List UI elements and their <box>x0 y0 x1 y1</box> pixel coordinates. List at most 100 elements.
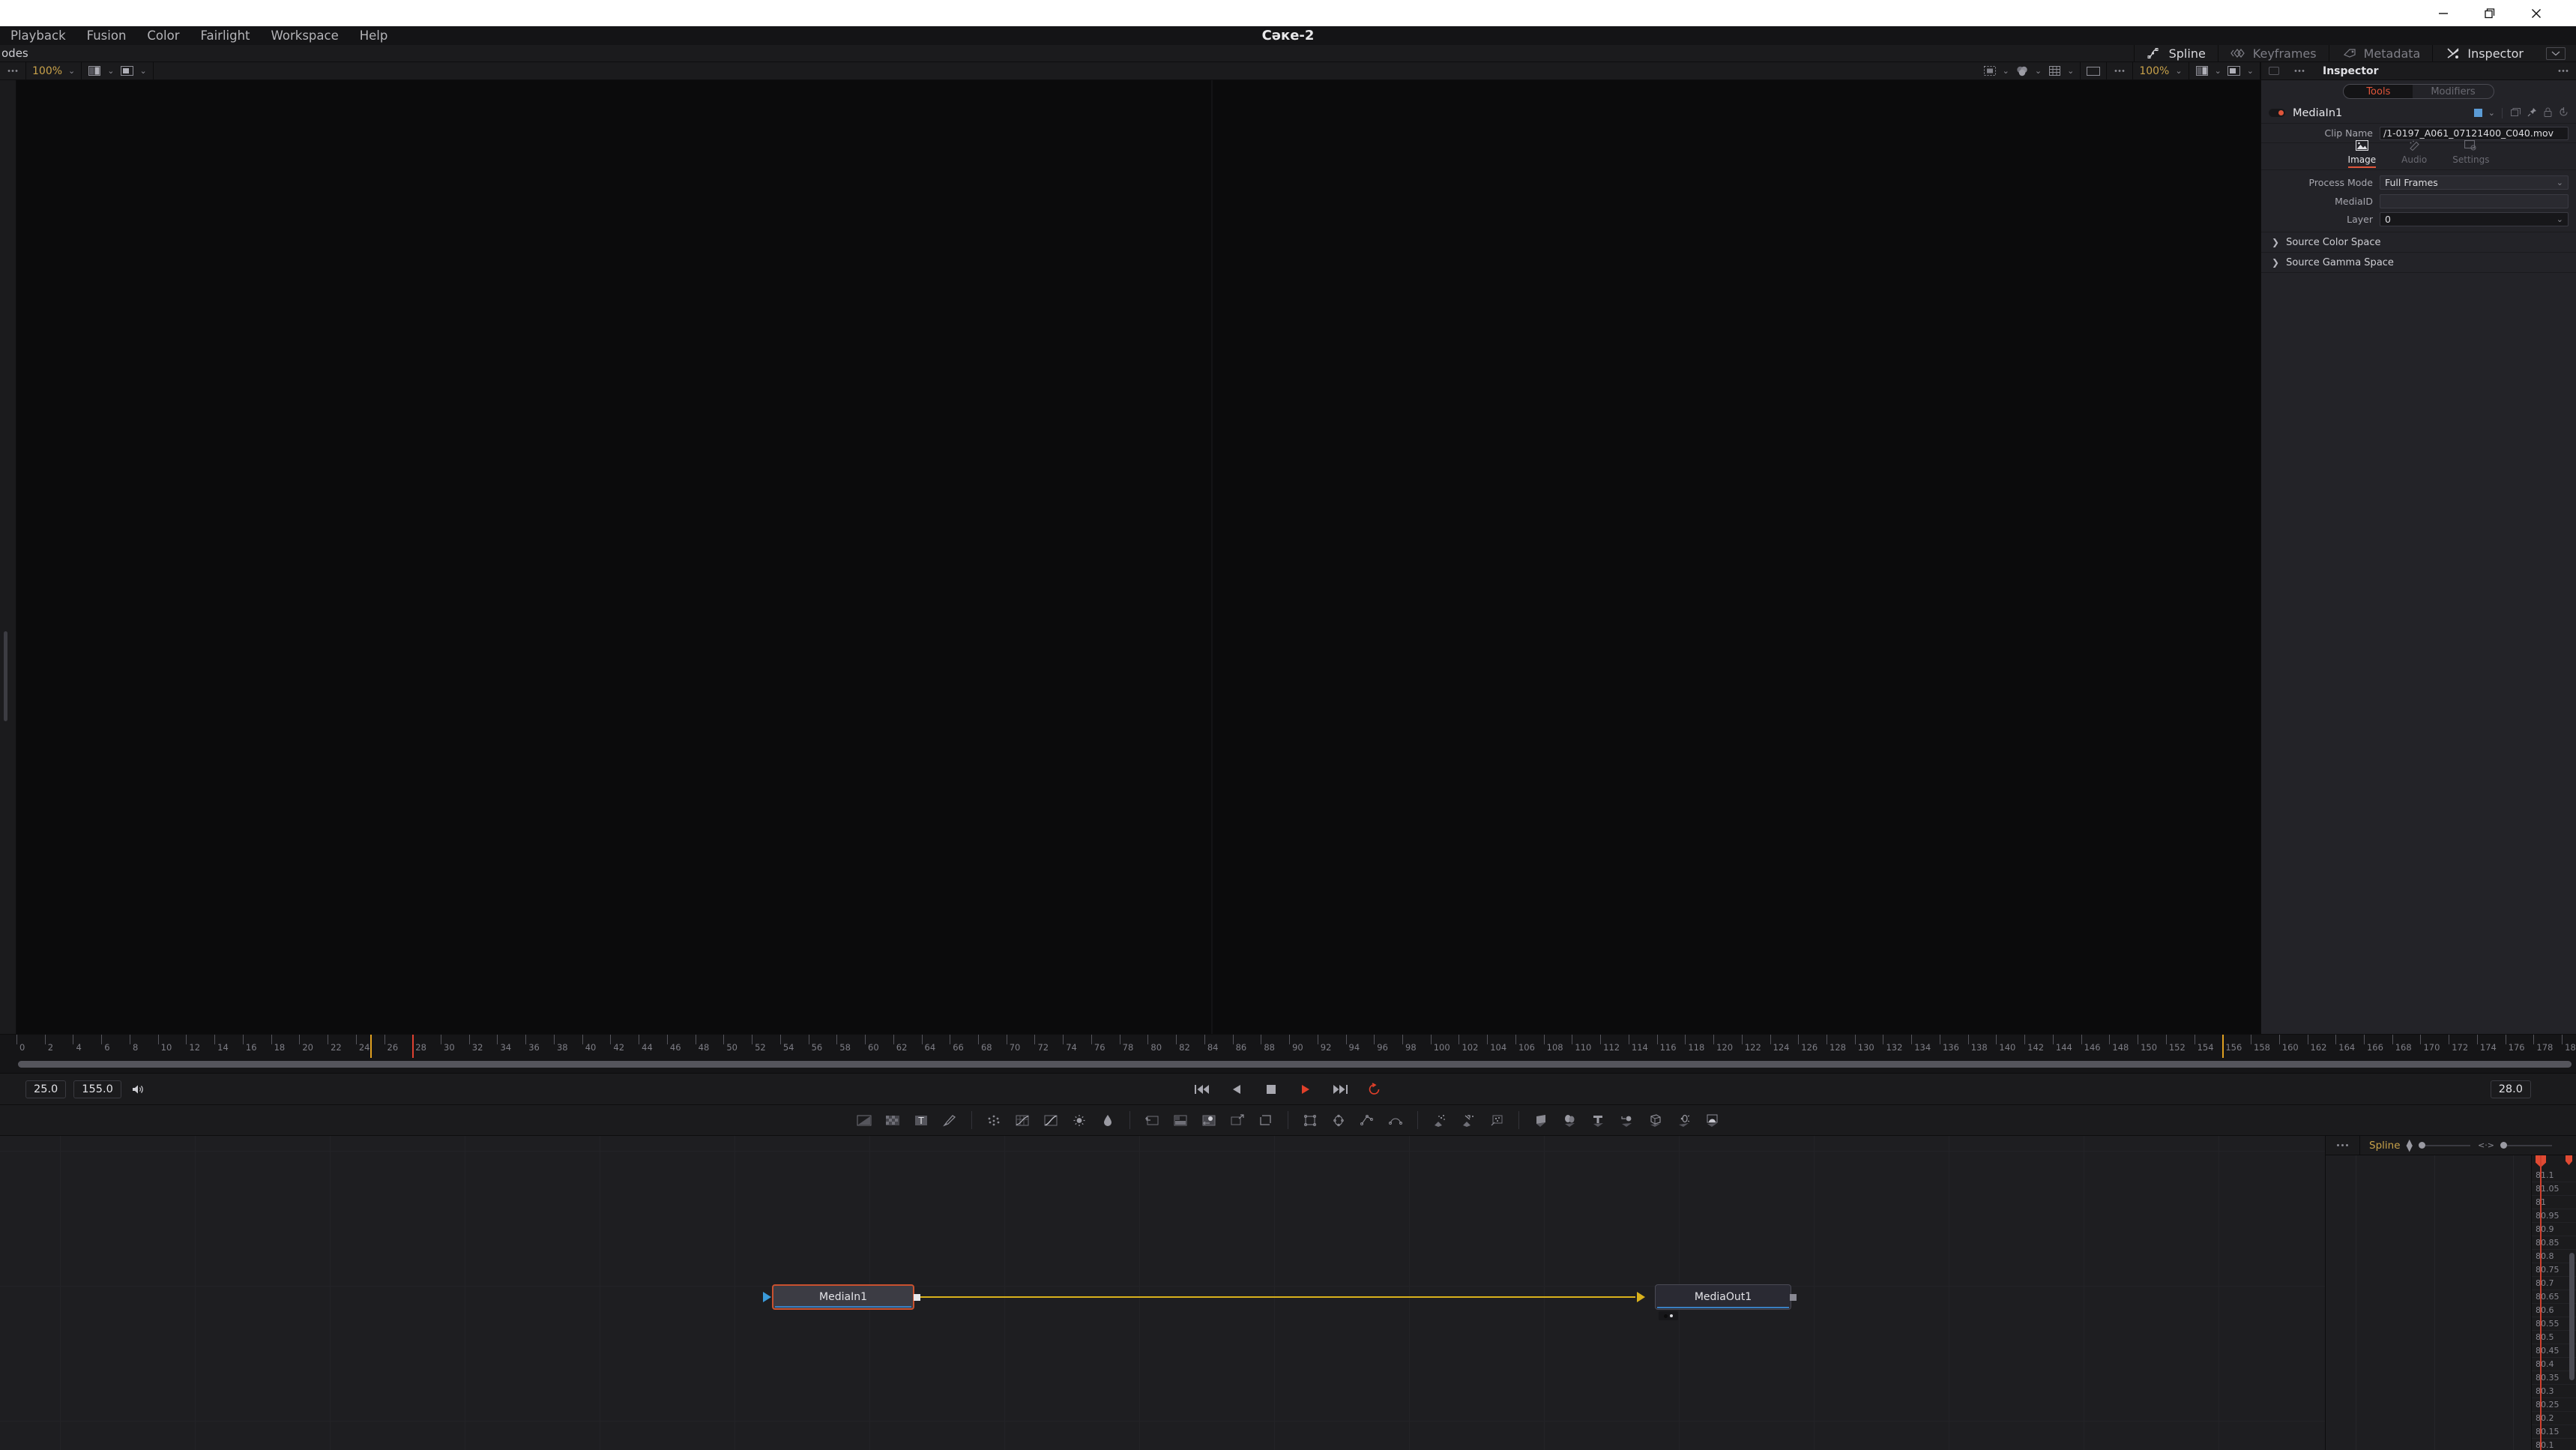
color-wheel-icon[interactable] <box>2015 65 2029 76</box>
stop-button[interactable] <box>1262 1081 1280 1098</box>
text-icon[interactable]: T <box>907 1110 935 1130</box>
blur-icon[interactable] <box>980 1110 1008 1130</box>
transform-icon[interactable] <box>1195 1110 1223 1130</box>
chevron-down-icon-split-right[interactable]: ⌄ <box>2215 67 2221 75</box>
spotlight-3d-icon[interactable] <box>1669 1110 1698 1130</box>
chevron-down-icon-split-left[interactable]: ⌄ <box>107 67 114 75</box>
polygon-mask-icon[interactable] <box>1353 1110 1381 1130</box>
spline-graph-area[interactable]: 81.181.058180.9580.980.8580.880.7580.780… <box>2326 1155 2576 1450</box>
rectangle-mask-icon[interactable] <box>1296 1110 1324 1130</box>
reset-icon[interactable] <box>2559 106 2569 120</box>
ellipse-mask-icon[interactable] <box>1324 1110 1353 1130</box>
node-color-swatch[interactable] <box>2473 109 2482 117</box>
merge-3d-icon[interactable] <box>1612 1110 1641 1130</box>
particle-emitter-icon[interactable] <box>1426 1110 1454 1130</box>
timeline-scroll-thumb[interactable] <box>18 1061 2572 1068</box>
play-reverse-button[interactable] <box>1228 1081 1246 1098</box>
tab-tools[interactable]: Tools <box>2344 85 2413 98</box>
subtab-settings[interactable]: Settings <box>2452 139 2489 168</box>
spline-vertical-scrollbar[interactable] <box>2569 1253 2575 1380</box>
range-out-field[interactable]: 155.0 <box>73 1080 121 1098</box>
viewer-right-zoom-value[interactable]: 100% <box>2139 65 2169 77</box>
subtab-image[interactable]: Image <box>2347 139 2377 168</box>
section-source-color-space[interactable]: ❯ Source Color Space <box>2261 232 2576 252</box>
menu-fusion[interactable]: Fusion <box>76 26 137 45</box>
viewer-vertical-scrollbar[interactable] <box>4 631 7 721</box>
chevron-down-icon[interactable] <box>2546 46 2566 60</box>
node-mediaout1-output-port[interactable] <box>1790 1294 1797 1301</box>
inspector-more-options-icon[interactable] <box>2293 65 2306 76</box>
viewer-left-zoom-value[interactable]: 100% <box>32 65 62 77</box>
camera-3d-icon[interactable] <box>1641 1110 1669 1130</box>
spline-playhead[interactable] <box>2540 1155 2542 1450</box>
inspector-panel-toggle-icon[interactable] <box>2269 67 2279 75</box>
chevron-down-icon-color[interactable]: ⌄ <box>2035 67 2042 75</box>
minimize-button[interactable] <box>2420 0 2467 26</box>
node-mediaout1-badge[interactable] <box>1659 1311 1678 1320</box>
text-3d-icon[interactable] <box>1584 1110 1612 1130</box>
spline-fit-slider[interactable] <box>2500 1142 2552 1149</box>
menu-fairlight[interactable]: Fairlight <box>190 26 261 45</box>
loop-button[interactable] <box>1366 1081 1384 1098</box>
color-curves-icon[interactable] <box>1008 1110 1037 1130</box>
menu-color[interactable]: Color <box>136 26 190 45</box>
resize-icon[interactable] <box>1223 1110 1252 1130</box>
process-mode-select[interactable]: Full Frames ⌄ <box>2380 175 2569 190</box>
play-button[interactable] <box>1297 1081 1315 1098</box>
range-in-field[interactable]: 25.0 <box>25 1080 67 1098</box>
display-mode-icon-right[interactable] <box>2227 65 2241 76</box>
node-enable-toggle[interactable] <box>2269 109 2285 117</box>
checkerboard-icon[interactable] <box>878 1110 907 1130</box>
speaker-icon[interactable] <box>129 1081 148 1098</box>
maximize-button[interactable] <box>2467 0 2513 26</box>
range-in-marker[interactable] <box>369 1035 372 1058</box>
display-mode-icon-left[interactable] <box>120 65 133 76</box>
timeline-ruler[interactable]: 0 2 4 6 8 10 12 14 16 18 20 22 24 26 28 30 32 34 36 38 40 42 4… <box>16 1035 2576 1058</box>
node-mediain1[interactable]: MediaIn1 <box>772 1284 914 1310</box>
node-mediaout1[interactable]: MediaOut1 <box>1655 1284 1791 1310</box>
timeline-horizontal-scrollbar[interactable] <box>18 1061 2572 1068</box>
range-out-marker[interactable] <box>2222 1035 2224 1058</box>
subtab-audio[interactable]: Audio <box>2401 139 2427 168</box>
close-button[interactable] <box>2513 0 2560 26</box>
inspector-more-options-icon-right[interactable] <box>2557 65 2570 76</box>
menu-playback[interactable]: Playback <box>0 26 76 45</box>
chevron-down-icon-grid[interactable]: ⌄ <box>2067 67 2074 75</box>
menu-workspace[interactable]: Workspace <box>261 26 349 45</box>
menu-help[interactable]: Help <box>349 26 399 45</box>
region-of-interest-icon[interactable] <box>1983 65 1997 76</box>
chevron-down-icon-zoom-left[interactable]: ⌄ <box>68 67 75 75</box>
node-mediain1-output-port[interactable] <box>914 1294 920 1301</box>
clip-name-field[interactable]: /1-0197_A061_07121400_C040.mov <box>2380 126 2569 140</box>
chevron-down-icon-zoom-right[interactable]: ⌄ <box>2175 67 2182 75</box>
background-icon[interactable] <box>850 1110 878 1130</box>
bspline-mask-icon[interactable] <box>1381 1110 1410 1130</box>
lock-icon[interactable] <box>2544 106 2552 120</box>
split-view-icon-left[interactable] <box>88 65 101 76</box>
color-corrector-icon[interactable] <box>1037 1110 1065 1130</box>
viewer-canvas[interactable] <box>16 80 2260 1034</box>
tab-modifiers[interactable]: Modifiers <box>2413 85 2493 98</box>
tab-spline[interactable]: Spline <box>2133 45 2218 61</box>
node-graph[interactable]: MediaIn1 MediaOut1 <box>0 1136 2325 1450</box>
tab-metadata[interactable]: Metadata <box>2328 45 2433 61</box>
more-options-icon-left[interactable] <box>6 65 19 76</box>
fit-horizontal-icon[interactable]: <·> <box>2478 1140 2494 1150</box>
chevron-down-icon-display-left[interactable]: ⌄ <box>139 67 146 75</box>
chevron-down-icon-roi[interactable]: ⌄ <box>2003 67 2009 75</box>
more-options-icon-right[interactable] <box>2113 65 2126 76</box>
paint-icon[interactable] <box>935 1110 964 1130</box>
spline-more-options-icon[interactable] <box>2326 1136 2360 1155</box>
crop-icon[interactable] <box>1252 1110 1280 1130</box>
layer-select[interactable]: 0 ⌄ <box>2380 211 2569 226</box>
last-frame-button[interactable] <box>1331 1081 1349 1098</box>
brightness-contrast-icon[interactable] <box>1065 1110 1094 1130</box>
frame-boundary-icon[interactable] <box>2087 65 2101 76</box>
stepper-updown-icon[interactable]: ▲ ▼ <box>2407 1138 2413 1152</box>
pin-icon[interactable] <box>2527 106 2537 120</box>
chevron-down-icon-display-right[interactable]: ⌄ <box>2247 67 2254 75</box>
media-id-field[interactable] <box>2380 193 2569 208</box>
shape-3d-icon[interactable] <box>1555 1110 1584 1130</box>
renderer-3d-icon[interactable] <box>1698 1110 1726 1130</box>
first-frame-button[interactable] <box>1193 1081 1211 1098</box>
